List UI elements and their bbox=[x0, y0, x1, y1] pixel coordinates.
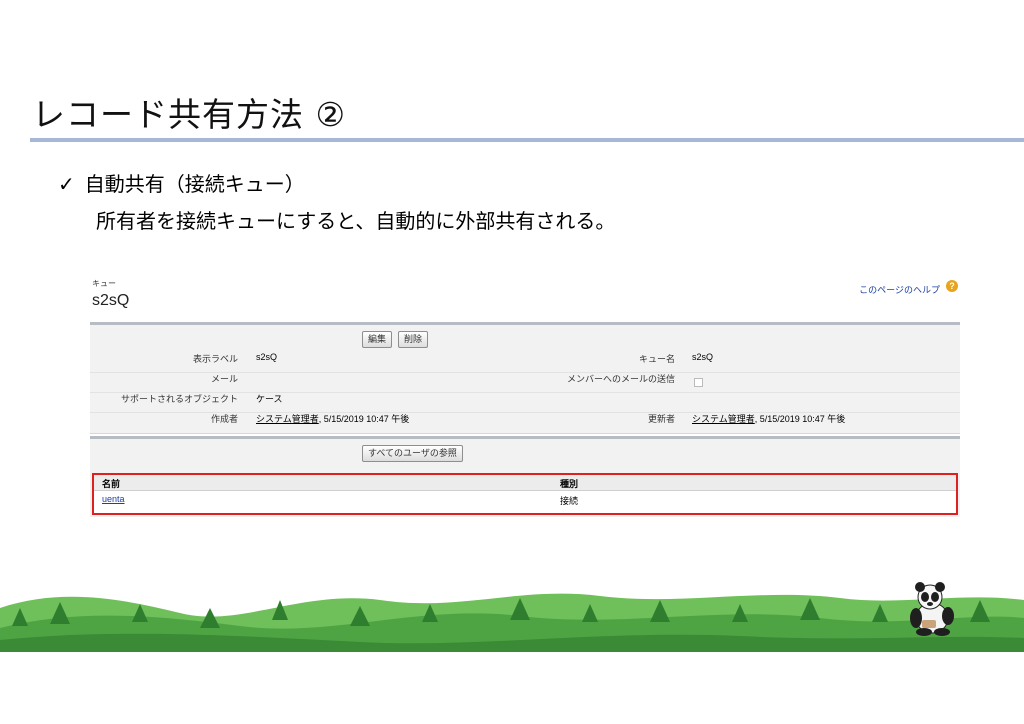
field-value: s2sQ bbox=[256, 352, 278, 362]
modified-date: , 5/15/2019 10:47 午後 bbox=[754, 414, 846, 424]
field-value: s2sQ bbox=[692, 352, 714, 362]
record-name: s2sQ bbox=[92, 292, 130, 309]
modified-by-value: システム管理者, 5/15/2019 10:47 午後 bbox=[692, 412, 845, 425]
checkmark-icon: ✓ bbox=[58, 172, 75, 196]
help-link[interactable]: このページのヘルプ bbox=[859, 283, 940, 296]
modified-by-user-link[interactable]: システム管理者 bbox=[692, 414, 755, 424]
button-bar: 編集 削除 bbox=[90, 331, 960, 349]
field-label: 作成者 bbox=[210, 414, 238, 424]
title-rule bbox=[30, 138, 1024, 142]
field-label: メンバーへのメールの送信 bbox=[566, 374, 675, 384]
field-label: サポートされるオブジェクト bbox=[120, 394, 238, 404]
help-icon[interactable]: ? bbox=[946, 280, 958, 292]
field-label: キュー名 bbox=[638, 354, 675, 364]
created-by-user-link[interactable]: システム管理者 bbox=[256, 414, 319, 424]
send-email-checkbox bbox=[694, 378, 703, 387]
edit-button[interactable]: 編集 bbox=[362, 331, 393, 348]
detail-row: メール メンバーへのメールの送信 bbox=[90, 372, 960, 393]
forest-landscape-decoration bbox=[0, 593, 1024, 652]
field-label: 更新者 bbox=[647, 414, 675, 424]
table-row: uenta 接続 bbox=[94, 491, 956, 509]
panda-mascot-image bbox=[910, 582, 954, 636]
field-label: 表示ラベル bbox=[192, 354, 238, 364]
bullet-text: 自動共有（接続キュー） bbox=[84, 172, 305, 196]
column-header-type: 種別 bbox=[560, 479, 579, 489]
bullet-point: ✓ 自動共有（接続キュー） bbox=[58, 168, 305, 197]
field-value: ケース bbox=[256, 394, 283, 404]
queue-members-section: すべてのユーザの参照 名前 種別 uenta 接続 bbox=[90, 436, 960, 517]
table-header: 名前 種別 bbox=[94, 475, 956, 491]
detail-row: 作成者 システム管理者, 5/15/2019 10:47 午後 更新者 システム… bbox=[90, 412, 960, 432]
record-type-label: キュー bbox=[92, 279, 116, 288]
detail-row: 表示ラベル s2sQ キュー名 s2sQ bbox=[90, 352, 960, 373]
queue-detail-screenshot: キュー s2sQ このページのヘルプ ? 編集 削除 表示ラベル s2sQ キュ… bbox=[88, 272, 962, 522]
member-type: 接続 bbox=[560, 496, 579, 506]
members-table: 名前 種別 uenta 接続 bbox=[92, 473, 958, 515]
column-header-name: 名前 bbox=[102, 479, 121, 489]
created-by-value: システム管理者, 5/15/2019 10:47 午後 bbox=[256, 412, 409, 425]
field-label: メール bbox=[210, 374, 238, 384]
bullet-subtext: 所有者を接続キューにすると、自動的に外部共有される。 bbox=[96, 209, 616, 233]
view-all-users-button[interactable]: すべてのユーザの参照 bbox=[362, 445, 463, 462]
slide-title: レコード共有方法 ② bbox=[32, 95, 347, 134]
member-name-link[interactable]: uenta bbox=[102, 494, 125, 504]
detail-section: 編集 削除 表示ラベル s2sQ キュー名 s2sQ メール メンバーへのメール… bbox=[90, 322, 960, 434]
created-date: , 5/15/2019 10:47 午後 bbox=[318, 414, 410, 424]
detail-row: サポートされるオブジェクト ケース bbox=[90, 392, 960, 413]
delete-button[interactable]: 削除 bbox=[398, 331, 429, 348]
